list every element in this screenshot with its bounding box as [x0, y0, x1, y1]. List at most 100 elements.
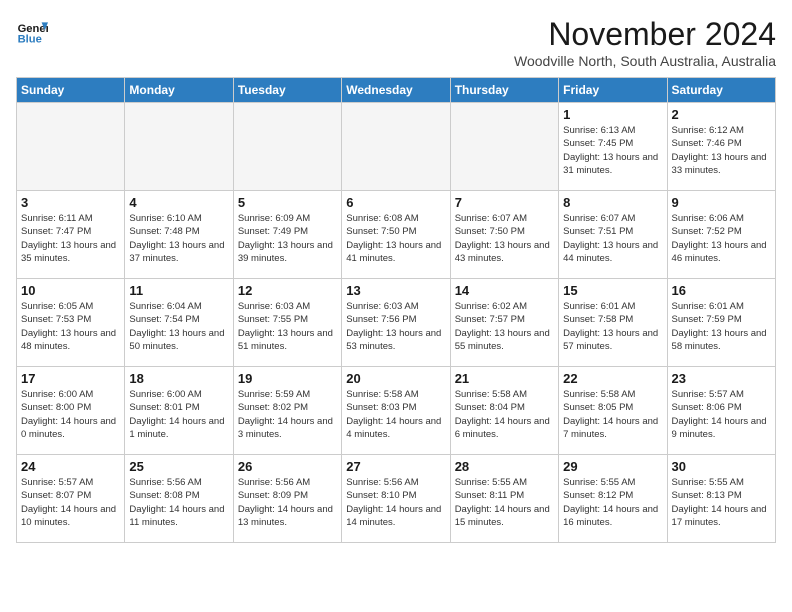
day-info: Sunrise: 6:13 AM Sunset: 7:45 PM Dayligh… [563, 124, 662, 177]
day-number: 20 [346, 371, 445, 386]
day-number: 28 [455, 459, 554, 474]
day-info: Sunrise: 6:00 AM Sunset: 8:00 PM Dayligh… [21, 388, 120, 441]
calendar-cell: 26 Sunrise: 5:56 AM Sunset: 8:09 PM Dayli… [233, 455, 341, 543]
day-number: 8 [563, 195, 662, 210]
calendar-cell: 7 Sunrise: 6:07 AM Sunset: 7:50 PM Daylig… [450, 191, 558, 279]
day-info: Sunrise: 6:04 AM Sunset: 7:54 PM Dayligh… [129, 300, 228, 353]
day-number: 12 [238, 283, 337, 298]
calendar-cell: 19Sunrise: 5:59 AM Sunset: 8:02 PM Dayli… [233, 367, 341, 455]
day-info: Sunrise: 5:55 AM Sunset: 8:12 PM Dayligh… [563, 476, 662, 529]
calendar-cell: 10Sunrise: 6:05 AM Sunset: 7:53 PM Dayli… [17, 279, 125, 367]
calendar-cell: 16Sunrise: 6:01 AM Sunset: 7:59 PM Dayli… [667, 279, 775, 367]
day-number: 13 [346, 283, 445, 298]
calendar-cell: 24 Sunrise: 5:57 AM Sunset: 8:07 PM Dayli… [17, 455, 125, 543]
calendar-week-row: 10Sunrise: 6:05 AM Sunset: 7:53 PM Dayli… [17, 279, 776, 367]
calendar-cell: 8 Sunrise: 6:07 AM Sunset: 7:51 PM Daylig… [559, 191, 667, 279]
month-title: November 2024 [514, 16, 776, 53]
day-info: Sunrise: 5:56 AM Sunset: 8:10 PM Dayligh… [346, 476, 445, 529]
calendar-cell: 1 Sunrise: 6:13 AM Sunset: 7:45 PM Daylig… [559, 103, 667, 191]
calendar-cell [17, 103, 125, 191]
location: Woodville North, South Australia, Austra… [514, 53, 776, 69]
calendar-cell: 5 Sunrise: 6:09 AM Sunset: 7:49 PM Daylig… [233, 191, 341, 279]
day-info: Sunrise: 6:07 AM Sunset: 7:51 PM Dayligh… [563, 212, 662, 265]
day-number: 11 [129, 283, 228, 298]
day-info: Sunrise: 6:03 AM Sunset: 7:55 PM Dayligh… [238, 300, 337, 353]
day-number: 27 [346, 459, 445, 474]
calendar-table: SundayMondayTuesdayWednesdayThursdayFrid… [16, 77, 776, 543]
day-info: Sunrise: 6:05 AM Sunset: 7:53 PM Dayligh… [21, 300, 120, 353]
day-of-week-header: Saturday [667, 78, 775, 103]
day-info: Sunrise: 5:58 AM Sunset: 8:03 PM Dayligh… [346, 388, 445, 441]
day-info: Sunrise: 6:10 AM Sunset: 7:48 PM Dayligh… [129, 212, 228, 265]
day-info: Sunrise: 6:00 AM Sunset: 8:01 PM Dayligh… [129, 388, 228, 441]
day-info: Sunrise: 5:55 AM Sunset: 8:11 PM Dayligh… [455, 476, 554, 529]
day-info: Sunrise: 5:57 AM Sunset: 8:06 PM Dayligh… [672, 388, 771, 441]
calendar-cell [125, 103, 233, 191]
day-info: Sunrise: 5:58 AM Sunset: 8:05 PM Dayligh… [563, 388, 662, 441]
calendar-cell: 28 Sunrise: 5:55 AM Sunset: 8:11 PM Dayli… [450, 455, 558, 543]
calendar-cell: 23 Sunrise: 5:57 AM Sunset: 8:06 PM Dayli… [667, 367, 775, 455]
day-of-week-header: Wednesday [342, 78, 450, 103]
day-info: Sunrise: 5:56 AM Sunset: 8:08 PM Dayligh… [129, 476, 228, 529]
logo-icon: General Blue [16, 16, 48, 48]
calendar-cell [233, 103, 341, 191]
calendar-week-row: 3Sunrise: 6:11 AM Sunset: 7:47 PM Daylig… [17, 191, 776, 279]
day-number: 22 [563, 371, 662, 386]
calendar-cell: 4 Sunrise: 6:10 AM Sunset: 7:48 PM Daylig… [125, 191, 233, 279]
day-info: Sunrise: 6:07 AM Sunset: 7:50 PM Dayligh… [455, 212, 554, 265]
calendar-cell: 11 Sunrise: 6:04 AM Sunset: 7:54 PM Dayli… [125, 279, 233, 367]
day-number: 9 [672, 195, 771, 210]
day-of-week-header: Friday [559, 78, 667, 103]
day-of-week-header: Tuesday [233, 78, 341, 103]
calendar-cell: 14Sunrise: 6:02 AM Sunset: 7:57 PM Dayli… [450, 279, 558, 367]
logo: General Blue [16, 16, 48, 48]
calendar-cell [450, 103, 558, 191]
calendar-cell: 17 Sunrise: 6:00 AM Sunset: 8:00 PM Dayli… [17, 367, 125, 455]
day-of-week-header: Sunday [17, 78, 125, 103]
calendar-cell: 13 Sunrise: 6:03 AM Sunset: 7:56 PM Dayli… [342, 279, 450, 367]
day-number: 4 [129, 195, 228, 210]
day-number: 26 [238, 459, 337, 474]
day-info: Sunrise: 6:09 AM Sunset: 7:49 PM Dayligh… [238, 212, 337, 265]
day-number: 14 [455, 283, 554, 298]
day-info: Sunrise: 6:01 AM Sunset: 7:58 PM Dayligh… [563, 300, 662, 353]
day-info: Sunrise: 6:11 AM Sunset: 7:47 PM Dayligh… [21, 212, 120, 265]
day-number: 7 [455, 195, 554, 210]
day-number: 29 [563, 459, 662, 474]
day-info: Sunrise: 6:01 AM Sunset: 7:59 PM Dayligh… [672, 300, 771, 353]
day-number: 25 [129, 459, 228, 474]
day-number: 6 [346, 195, 445, 210]
calendar-cell: 3Sunrise: 6:11 AM Sunset: 7:47 PM Daylig… [17, 191, 125, 279]
page-header: General Blue November 2024 Woodville Nor… [16, 16, 776, 69]
calendar-week-row: 1 Sunrise: 6:13 AM Sunset: 7:45 PM Daylig… [17, 103, 776, 191]
calendar-cell: 2Sunrise: 6:12 AM Sunset: 7:46 PM Daylig… [667, 103, 775, 191]
day-number: 17 [21, 371, 120, 386]
day-number: 24 [21, 459, 120, 474]
calendar-week-row: 24 Sunrise: 5:57 AM Sunset: 8:07 PM Dayli… [17, 455, 776, 543]
calendar-cell: 12 Sunrise: 6:03 AM Sunset: 7:55 PM Dayli… [233, 279, 341, 367]
calendar-cell: 30Sunrise: 5:55 AM Sunset: 8:13 PM Dayli… [667, 455, 775, 543]
day-number: 23 [672, 371, 771, 386]
title-block: November 2024 Woodville North, South Aus… [514, 16, 776, 69]
calendar-cell: 18 Sunrise: 6:00 AM Sunset: 8:01 PM Dayli… [125, 367, 233, 455]
calendar-cell: 6 Sunrise: 6:08 AM Sunset: 7:50 PM Daylig… [342, 191, 450, 279]
day-number: 15 [563, 283, 662, 298]
calendar-cell: 25 Sunrise: 5:56 AM Sunset: 8:08 PM Dayli… [125, 455, 233, 543]
day-number: 18 [129, 371, 228, 386]
day-of-week-header: Monday [125, 78, 233, 103]
day-info: Sunrise: 5:55 AM Sunset: 8:13 PM Dayligh… [672, 476, 771, 529]
day-number: 5 [238, 195, 337, 210]
calendar-cell: 22 Sunrise: 5:58 AM Sunset: 8:05 PM Dayli… [559, 367, 667, 455]
day-info: Sunrise: 6:08 AM Sunset: 7:50 PM Dayligh… [346, 212, 445, 265]
day-number: 1 [563, 107, 662, 122]
calendar-cell: 20 Sunrise: 5:58 AM Sunset: 8:03 PM Dayli… [342, 367, 450, 455]
day-info: Sunrise: 6:03 AM Sunset: 7:56 PM Dayligh… [346, 300, 445, 353]
calendar-cell: 21Sunrise: 5:58 AM Sunset: 8:04 PM Dayli… [450, 367, 558, 455]
calendar-header-row: SundayMondayTuesdayWednesdayThursdayFrid… [17, 78, 776, 103]
calendar-cell [342, 103, 450, 191]
day-info: Sunrise: 5:59 AM Sunset: 8:02 PM Dayligh… [238, 388, 337, 441]
day-info: Sunrise: 5:57 AM Sunset: 8:07 PM Dayligh… [21, 476, 120, 529]
day-info: Sunrise: 5:56 AM Sunset: 8:09 PM Dayligh… [238, 476, 337, 529]
day-info: Sunrise: 6:12 AM Sunset: 7:46 PM Dayligh… [672, 124, 771, 177]
calendar-cell: 29 Sunrise: 5:55 AM Sunset: 8:12 PM Dayli… [559, 455, 667, 543]
